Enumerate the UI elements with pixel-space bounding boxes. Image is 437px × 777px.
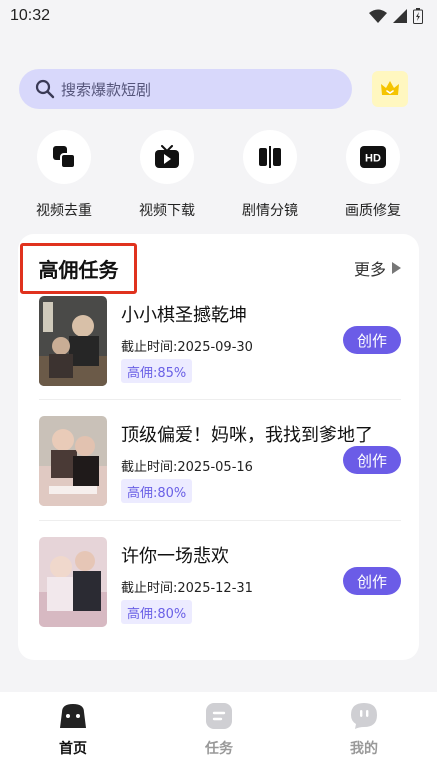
- tool-label: 视频去重: [36, 203, 92, 219]
- vip-crown-button[interactable]: [372, 71, 408, 107]
- nav-item-tasks[interactable]: 任务: [179, 702, 259, 758]
- tool-label: 视频下载: [139, 203, 195, 219]
- create-button[interactable]: 创作: [343, 326, 401, 354]
- more-link[interactable]: 更多: [354, 256, 401, 280]
- drama-title: 许你一场悲欢: [121, 546, 229, 567]
- signal-icon: [393, 9, 407, 23]
- create-button[interactable]: 创作: [343, 446, 401, 474]
- search-placeholder: 搜索爆款短剧: [61, 80, 152, 99]
- commission-badge: 高佣:85%: [121, 359, 193, 383]
- more-label: 更多: [353, 260, 386, 279]
- home-ghost-icon: [60, 704, 86, 728]
- tool-download[interactable]: 视频下载: [122, 130, 212, 220]
- storyboard-icon: [259, 146, 281, 168]
- battery-icon: [413, 8, 423, 24]
- drama-title: 顶级偏爱！妈咪，我找到爹地了: [121, 425, 373, 446]
- high-commission-task-card: 高佣任务 更多 小小棋圣撼乾坤 截止时间:2025-09-30 高佣:85% 创…: [18, 234, 419, 660]
- drama-deadline: 截止时间:2025-12-31: [121, 581, 253, 596]
- nav-label: 首页: [59, 741, 87, 757]
- search-input[interactable]: 搜索爆款短剧: [19, 69, 352, 109]
- drama-poster: [39, 296, 107, 386]
- hd-icon: HD: [360, 146, 386, 168]
- search-row: 搜索爆款短剧: [19, 68, 419, 110]
- list-item[interactable]: 小小棋圣撼乾坤 截止时间:2025-09-30 高佣:85% 创作: [39, 296, 401, 396]
- tool-circle: HD: [346, 130, 400, 184]
- divider: [39, 520, 401, 521]
- triangle-right-icon: [392, 262, 401, 274]
- section-title: 高佣任务: [38, 258, 119, 282]
- tv-download-icon: [155, 145, 179, 168]
- task-title-highlight: 高佣任务: [20, 243, 137, 294]
- wifi-icon: [369, 9, 387, 23]
- drama-deadline: 截止时间:2025-09-30: [121, 340, 253, 355]
- profile-bubble-icon: [351, 703, 377, 729]
- svg-text:HD: HD: [365, 153, 381, 165]
- nav-item-home[interactable]: 首页: [33, 702, 113, 758]
- tools-row: 视频去重 视频下载 剧情分镜 HD 画质修复: [0, 130, 437, 220]
- list-item[interactable]: 许你一场悲欢 截止时间:2025-12-31 高佣:80% 创作: [39, 537, 401, 637]
- drama-deadline: 截止时间:2025-05-16: [121, 460, 253, 475]
- tool-hd-repair[interactable]: HD 画质修复: [328, 130, 418, 220]
- tool-dedupe[interactable]: 视频去重: [19, 130, 109, 220]
- status-time: 10:32: [10, 7, 51, 24]
- search-icon: [35, 79, 55, 99]
- list-item[interactable]: 顶级偏爱！妈咪，我找到爹地了 截止时间:2025-05-16 高佣:80% 创作: [39, 416, 401, 516]
- drama-title: 小小棋圣撼乾坤: [121, 305, 247, 326]
- tasks-icon: [206, 703, 232, 729]
- drama-poster: [39, 416, 107, 506]
- nav-label: 我的: [350, 741, 378, 757]
- tool-circle: [140, 130, 194, 184]
- tool-label: 剧情分镜: [242, 203, 298, 219]
- status-bar: 10:32: [0, 0, 437, 32]
- nav-item-mine[interactable]: 我的: [324, 702, 404, 758]
- crown-icon: [381, 81, 399, 95]
- tool-circle: [37, 130, 91, 184]
- dedupe-icon: [53, 146, 76, 169]
- divider: [39, 399, 401, 400]
- bottom-nav: 首页 任务 我的: [0, 692, 437, 777]
- commission-badge: 高佣:80%: [121, 479, 193, 503]
- tool-storyboard[interactable]: 剧情分镜: [225, 130, 315, 220]
- commission-badge: 高佣:80%: [121, 600, 193, 624]
- tool-circle: [243, 130, 297, 184]
- create-button[interactable]: 创作: [343, 567, 401, 595]
- tool-label: 画质修复: [345, 203, 401, 219]
- nav-label: 任务: [205, 741, 233, 757]
- status-icons: [369, 8, 423, 24]
- drama-poster: [39, 537, 107, 627]
